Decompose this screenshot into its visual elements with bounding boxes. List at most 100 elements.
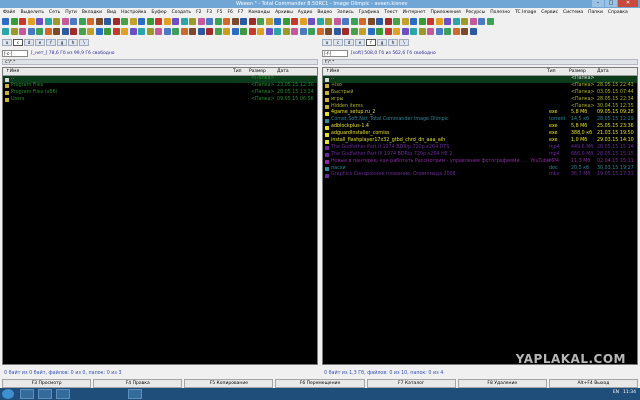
menu-item[interactable]: Вид (107, 10, 116, 15)
sync-icon[interactable] (316, 28, 324, 35)
edit-icon[interactable] (384, 18, 392, 25)
delete-icon[interactable] (180, 18, 188, 25)
search-icon[interactable] (461, 18, 468, 25)
unpack-icon[interactable] (61, 28, 69, 35)
settings-icon[interactable] (240, 28, 247, 35)
column-name[interactable]: ↑Имя (6, 69, 19, 74)
file-row[interactable]: Новые в пантерке, как работать Рассмотри… (323, 159, 637, 166)
clock[interactable]: 11:34 (623, 390, 636, 395)
drive-button-d[interactable]: d (344, 39, 354, 46)
menu-item[interactable]: Сеть (49, 10, 60, 15)
sync-icon[interactable] (206, 18, 213, 25)
unpack-icon[interactable] (223, 18, 230, 25)
view-icon[interactable] (376, 18, 383, 25)
menu-item[interactable]: Пути (65, 10, 77, 15)
search-icon[interactable] (189, 18, 196, 25)
file-row[interactable]: Comet.Soft.Net_Total Commander Image Oli… (323, 117, 637, 124)
file-row[interactable]: +iso <Папка> 28.05.15 22:43 (323, 83, 637, 90)
column-date[interactable]: Дата (597, 69, 609, 74)
notes-icon[interactable] (231, 28, 239, 35)
file-row[interactable]: игры <Папка> 28.05.15 22:34 (323, 97, 637, 104)
refresh-icon[interactable] (138, 18, 145, 25)
file-row[interactable]: install_flashplayer17x32_gtbd_chrd_dn_aa… (323, 138, 637, 145)
file-row[interactable]: The Godfather Part III 1974 BDRip 720p x… (323, 152, 637, 159)
unpack-icon[interactable] (87, 18, 94, 25)
view-icon[interactable] (350, 28, 358, 35)
delete-icon[interactable] (291, 28, 298, 35)
drive-button-c[interactable]: c (333, 39, 343, 46)
column-type[interactable]: Тип (547, 69, 556, 74)
menu-item[interactable]: Архивы (275, 10, 293, 15)
menu-item[interactable]: F5 (217, 10, 222, 15)
f3-view-button[interactable]: F3 Просмотр (2, 379, 92, 388)
ftp-icon[interactable] (231, 18, 239, 25)
pack-icon[interactable] (486, 18, 494, 25)
refresh-icon[interactable] (248, 28, 256, 35)
move-icon[interactable] (435, 18, 443, 25)
maximize-icon[interactable]: □ (605, 0, 617, 7)
search-icon[interactable] (163, 28, 171, 35)
menu-item[interactable]: Система (563, 10, 583, 15)
menu-item[interactable]: Полезно (490, 10, 510, 15)
newfolder-icon[interactable] (146, 28, 154, 35)
menu-item[interactable]: TC Image (515, 10, 536, 15)
move-icon[interactable] (2, 28, 9, 35)
sync-icon[interactable] (70, 18, 77, 25)
drive-button-a[interactable]: a (322, 39, 332, 46)
copy-icon[interactable] (129, 28, 137, 35)
column-type[interactable]: Тип (233, 69, 242, 74)
menu-item[interactable]: Аудио (298, 10, 313, 15)
edit-icon[interactable] (359, 28, 366, 35)
file-row[interactable]: Быстрый <Папка> 03.05.15 07:44 (323, 90, 637, 97)
tree-icon[interactable] (146, 18, 154, 25)
tree-icon[interactable] (418, 18, 426, 25)
drive-button-h[interactable]: h (68, 39, 78, 46)
move-icon[interactable] (299, 18, 307, 25)
view-icon[interactable] (214, 28, 222, 35)
copy-icon[interactable] (19, 18, 26, 25)
right-drive-selector[interactable]: [-f-] (322, 49, 348, 57)
settings-icon[interactable] (104, 28, 111, 35)
compare-icon[interactable] (469, 18, 477, 25)
column-size[interactable]: Размер (249, 69, 266, 74)
unpack-icon[interactable] (359, 18, 366, 25)
right-file-panel[interactable]: ↑Имя Тип Размер Дата .. <Папка> +iso <Папка… (322, 67, 638, 365)
f7-mkdir-button[interactable]: F7 Каталог (366, 379, 456, 388)
menu-item[interactable]: Выделить (20, 10, 44, 15)
menu-item[interactable]: Папки (588, 10, 603, 15)
newfolder-icon[interactable] (418, 28, 426, 35)
edit-icon[interactable] (248, 18, 256, 25)
copy-icon[interactable] (427, 18, 434, 25)
notes-icon[interactable] (121, 18, 128, 25)
drive-button-g[interactable]: g (377, 39, 387, 46)
compare-icon[interactable] (61, 18, 69, 25)
sync-icon[interactable] (478, 18, 485, 25)
menu-item[interactable]: Графика (359, 10, 380, 15)
file-row[interactable]: adguardInstaller_corniss exe 388,0 кб 21.03… (323, 131, 637, 138)
refresh-icon[interactable] (274, 18, 281, 25)
copy-icon[interactable] (291, 18, 298, 25)
taskbar-app-player-icon[interactable] (56, 389, 70, 399)
view-icon[interactable] (240, 18, 247, 25)
edit-icon[interactable] (223, 28, 230, 35)
delete-icon[interactable] (44, 18, 52, 25)
drive-button-net[interactable]: \ (79, 39, 89, 46)
copy-icon[interactable] (155, 18, 162, 25)
delete-icon[interactable] (452, 18, 460, 25)
close-icon[interactable]: ✕ (618, 0, 638, 7)
move-icon[interactable] (163, 18, 171, 25)
newfolder-icon[interactable] (308, 18, 315, 25)
search-icon[interactable] (325, 18, 332, 25)
edit-icon[interactable] (112, 18, 120, 25)
menu-item[interactable]: F2 (196, 10, 201, 15)
tree-icon[interactable] (10, 18, 18, 25)
pack-icon[interactable] (78, 18, 86, 25)
tree-icon[interactable] (121, 28, 128, 35)
taskbar-app-explorer-icon[interactable] (20, 389, 34, 399)
pack-icon[interactable] (214, 18, 222, 25)
drive-button-e[interactable]: e (35, 39, 45, 46)
drive-button-h[interactable]: h (388, 39, 398, 46)
file-row[interactable]: Program Files (x86) <Папка> 28.05.15 13:… (3, 90, 317, 97)
left-drive-selector[interactable]: [-c-] (2, 49, 28, 57)
settings-icon[interactable] (265, 18, 273, 25)
